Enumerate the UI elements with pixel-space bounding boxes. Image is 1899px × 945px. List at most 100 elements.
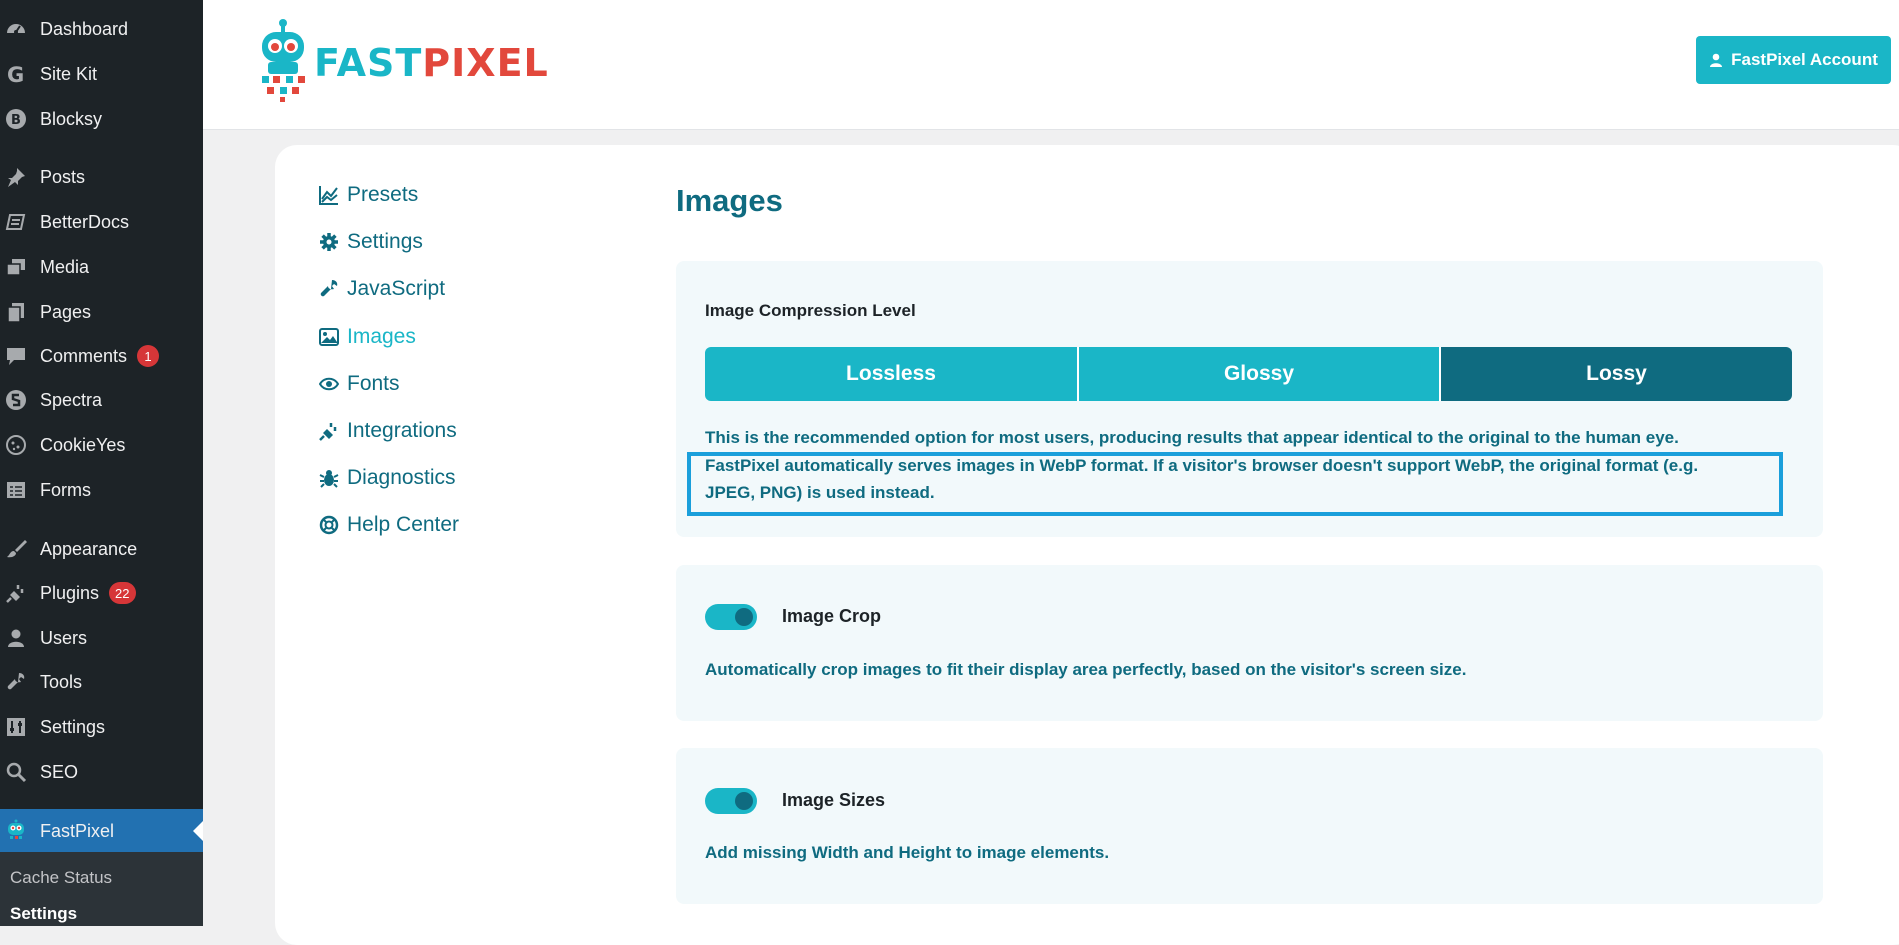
presets-chart-icon [318,184,340,206]
logo-text-fast: FAST [314,40,423,85]
webp-note-line-1: FastPixel automatically serves images in… [705,456,1699,475]
toggle-knob [735,792,753,810]
submenu-item-settings[interactable]: Settings [10,904,77,924]
image-sizes-description: Add missing Width and Height to image el… [705,843,1110,862]
nav-item-settings[interactable]: Settings [318,230,423,254]
sidebar-item-spectra[interactable]: Spectra [0,378,203,422]
sidebar-item-pages[interactable]: Pages [0,290,203,334]
compression-option-lossy[interactable]: Lossy [1441,347,1792,401]
nav-item-label: Settings [347,230,423,253]
sidebar-item-label: Appearance [40,538,138,559]
sidebar-item-site-kit[interactable]: G Site Kit [0,52,203,96]
logo-wordmark: FASTPIXEL [314,41,549,85]
image-crop-card: Image Crop Automatically crop images to … [676,565,1823,721]
sidebar-item-dashboard[interactable]: Dashboard [0,7,203,51]
nav-item-javascript[interactable]: JavaScript [318,277,445,301]
blocksy-icon: B [4,107,28,131]
sidebar-item-label: SEO [40,761,79,782]
sidebar-item-label: Posts [40,166,86,187]
eye-icon [318,373,340,395]
gear-icon [318,231,340,253]
plug-icon [318,420,340,442]
sidebar-item-appearance[interactable]: Appearance [0,527,203,571]
fastpixel-submenu: Cache Status Settings [0,852,203,926]
nav-item-images[interactable]: Images [318,325,416,349]
nav-item-label: Diagnostics [347,466,456,489]
sidebar-item-label: Forms [40,479,91,500]
fastpixel-robot-icon [258,18,308,107]
bug-icon [318,467,340,489]
nav-item-label: Integrations [347,419,457,442]
sidebar-item-fastpixel[interactable]: FastPixel [0,809,203,853]
nav-item-presets[interactable]: Presets [318,183,418,207]
search-icon [4,760,28,784]
nav-item-label: Images [347,325,416,348]
sidebar-item-label: Spectra [40,389,103,410]
media-icon [4,255,28,279]
fastpixel-account-button[interactable]: FastPixel Account [1696,36,1891,84]
fastpixel-robot-icon [4,819,28,843]
sidebar-item-cookieyes[interactable]: CookieYes [0,423,203,467]
spectra-icon [4,388,28,412]
image-sizes-card: Image Sizes Add missing Width and Height… [676,748,1823,904]
sidebar-item-tools[interactable]: Tools [0,660,203,704]
toggle-knob [735,608,753,626]
compression-card: Image Compression Level Lossless Glossy … [676,261,1823,537]
sidebar-item-label: Tools [40,671,83,692]
plugin-header: FASTPIXEL FastPixel Account [203,0,1899,130]
nav-item-label: Help Center [347,513,460,536]
nav-item-diagnostics[interactable]: Diagnostics [318,466,456,490]
sidebar-item-label: Settings [40,716,106,737]
sidebar-item-label: Dashboard [40,18,129,39]
cookie-icon [4,433,28,457]
sidebar-item-label: Pages [40,301,92,322]
lifebuoy-icon [318,514,340,536]
active-menu-arrow [193,821,203,841]
image-sizes-toggle[interactable] [705,788,757,814]
sidebar-item-media[interactable]: Media [0,245,203,289]
plug-icon [4,581,28,605]
sidebar-item-settings[interactable]: Settings [0,705,203,749]
compression-option-lossless[interactable]: Lossless [705,347,1079,401]
sidebar-item-posts[interactable]: Posts [0,155,203,199]
sidebar-item-forms[interactable]: Forms [0,468,203,512]
settings-panel: Presets Settings JavaScript Images Fonts… [275,145,1899,945]
sidebar-item-comments[interactable]: Comments 1 [0,334,203,378]
sidebar-item-label: Media [40,256,90,277]
pushpin-icon [4,165,28,189]
sidebar-item-label: Blocksy [40,108,103,129]
submenu-item-cache-status[interactable]: Cache Status [10,868,112,888]
nav-item-fonts[interactable]: Fonts [318,372,400,396]
admin-sidebar: Dashboard G Site Kit B Blocksy Posts Bet… [0,0,203,926]
compression-level-selector: Lossless Glossy Lossy [705,347,1792,401]
sidebar-item-blocksy[interactable]: B Blocksy [0,97,203,141]
nav-item-integrations[interactable]: Integrations [318,419,457,443]
webp-note-line-2: JPEG, PNG) is used instead. [705,483,935,502]
sidebar-item-label: BetterDocs [40,211,130,232]
sidebar-item-plugins[interactable]: Plugins 22 [0,571,203,615]
sidebar-item-label: Comments [40,345,128,366]
nav-item-help-center[interactable]: Help Center [318,513,459,537]
image-crop-toggle[interactable] [705,604,757,630]
wrench-icon [4,670,28,694]
user-icon [4,626,28,650]
sidebar-item-users[interactable]: Users [0,616,203,660]
fastpixel-logo: FASTPIXEL [258,18,549,107]
pages-icon [4,300,28,324]
sidebar-item-betterdocs[interactable]: BetterDocs [0,200,203,244]
sidebar-item-label: FastPixel [40,820,115,841]
sidebar-item-seo[interactable]: SEO [0,750,203,794]
sidebar-item-label: Plugins [40,582,100,603]
sidebar-item-label: Site Kit [40,63,98,84]
nav-item-label: JavaScript [347,277,446,300]
paintbrush-icon [4,537,28,561]
image-crop-description: Automatically crop images to fit their d… [705,660,1467,679]
logo-text-pixel: PIXEL [422,40,549,85]
compression-option-glossy[interactable]: Glossy [1079,347,1441,401]
dashboard-icon [4,17,28,41]
sidebar-item-label: CookieYes [40,434,126,455]
comments-count-badge: 1 [137,345,160,367]
compression-level-label: Image Compression Level [705,301,916,320]
nav-item-label: Presets [347,183,419,206]
sidebar-item-label: Users [40,627,88,648]
